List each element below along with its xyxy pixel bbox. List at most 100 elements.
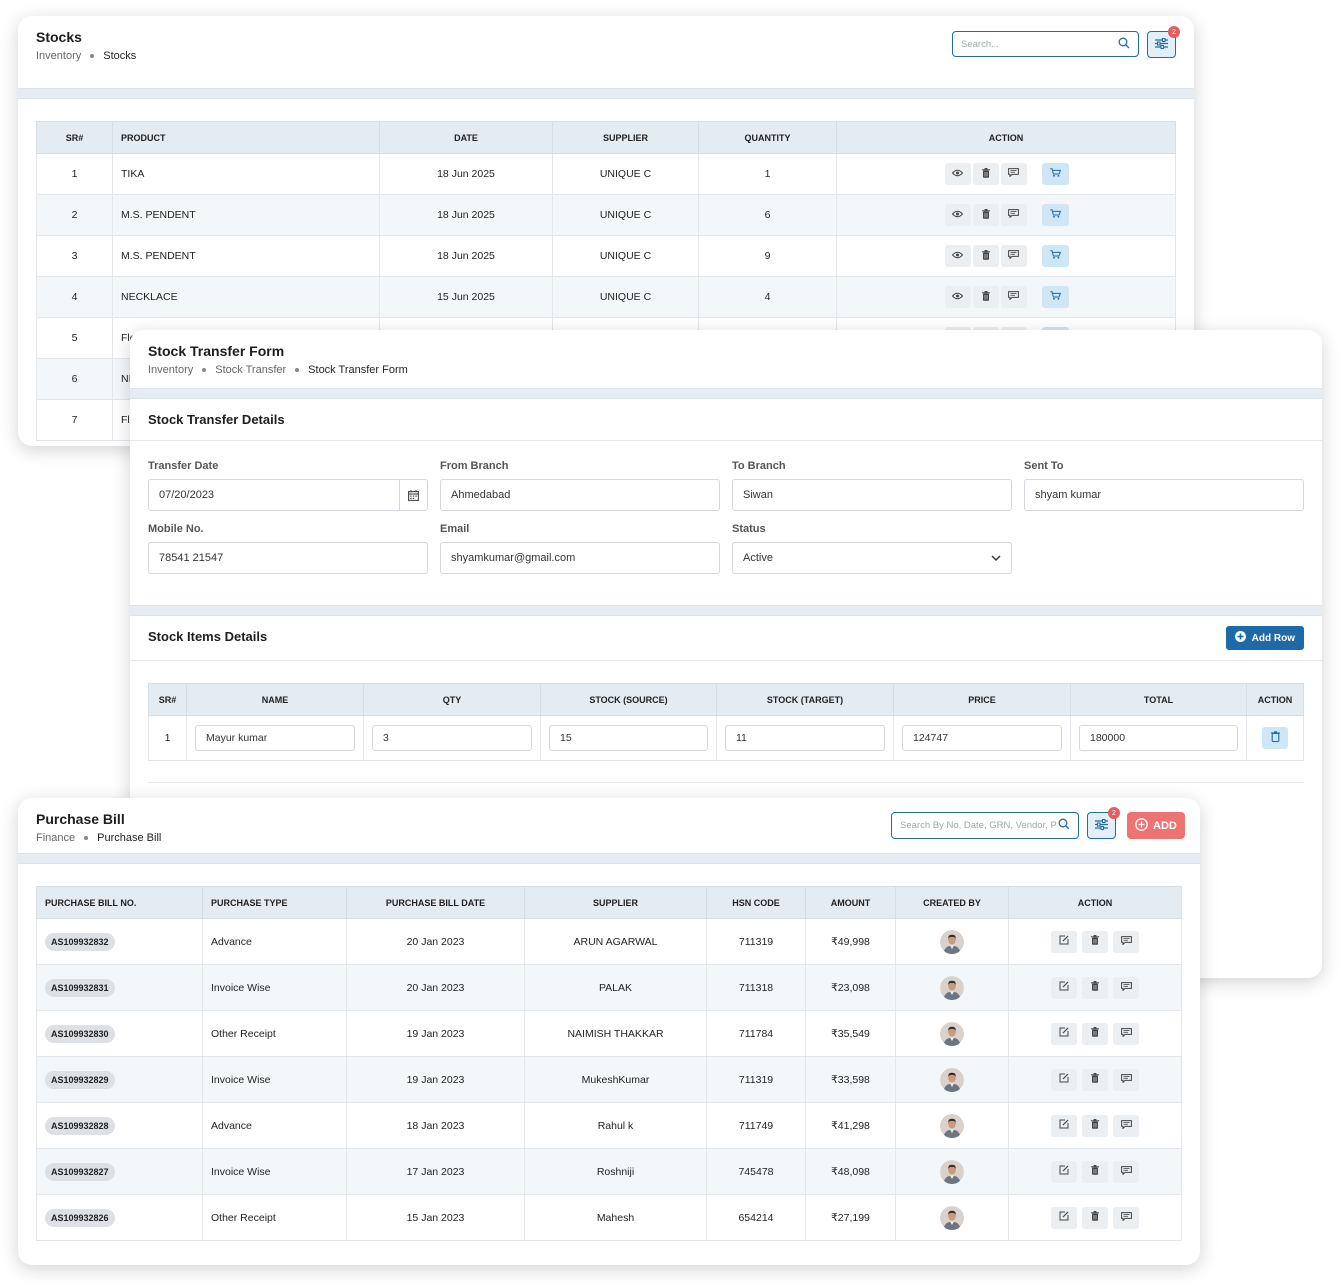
eye-icon	[951, 209, 964, 221]
search-box	[891, 812, 1079, 839]
table-row: 1 Mayur kumar 3 15 11 124747 180000	[148, 715, 1304, 761]
cart-button[interactable]	[1041, 245, 1069, 267]
edit-button[interactable]	[1051, 1022, 1077, 1045]
view-button[interactable]	[944, 204, 971, 226]
from-branch-field[interactable]: Ahmedabad	[440, 479, 720, 511]
item-sr: 1	[148, 715, 187, 761]
eye-icon	[951, 291, 964, 303]
cell-quantity: 9	[698, 235, 837, 277]
edit-button[interactable]	[1051, 1114, 1077, 1137]
search-icon[interactable]	[1118, 37, 1130, 52]
cell-purchase-type: Other Receipt	[202, 1194, 347, 1241]
item-name-input[interactable]: Mayur kumar	[195, 725, 355, 751]
view-button[interactable]	[944, 163, 971, 185]
item-total-input[interactable]: 180000	[1079, 725, 1238, 751]
breadcrumb-item[interactable]: Stock Transfer	[215, 364, 286, 376]
bill-no-badge[interactable]: AS109932830	[45, 1024, 115, 1043]
edit-button[interactable]	[1051, 1206, 1077, 1229]
cart-button[interactable]	[1041, 163, 1069, 185]
item-stock-target-input[interactable]: 11	[725, 725, 885, 751]
bill-no-badge[interactable]: AS109932826	[45, 1208, 115, 1227]
comment-button[interactable]	[1113, 1022, 1139, 1045]
cart-button[interactable]	[1041, 204, 1069, 226]
item-qty-input[interactable]: 3	[372, 725, 532, 751]
cart-icon	[1049, 209, 1061, 221]
delete-button[interactable]	[1082, 976, 1108, 999]
bill-no-badge[interactable]: AS109932828	[45, 1116, 115, 1135]
mobile-field[interactable]: 78541 21547	[148, 542, 428, 574]
delete-button[interactable]	[1082, 1160, 1108, 1183]
comment-button[interactable]	[1000, 245, 1027, 267]
bill-no-badge[interactable]: AS109932829	[45, 1070, 115, 1089]
calendar-icon[interactable]	[399, 480, 427, 510]
cell-sr: 5	[36, 317, 113, 359]
edit-button[interactable]	[1051, 1068, 1077, 1091]
search-input[interactable]	[961, 38, 1118, 50]
purchase-bill-card: Purchase Bill Finance Purchase Bill 2 AD…	[18, 798, 1200, 1265]
edit-button[interactable]	[1051, 976, 1077, 999]
comment-button[interactable]	[1000, 286, 1027, 308]
purchase-bill-table: PURCHASE BILL NO. PURCHASE TYPE PURCHASE…	[36, 886, 1182, 1241]
delete-button[interactable]	[972, 163, 999, 185]
trash-icon	[981, 249, 990, 263]
comment-button[interactable]	[1113, 976, 1139, 999]
view-button[interactable]	[944, 286, 971, 308]
search-input[interactable]	[900, 820, 1058, 831]
col-header-quantity: QUANTITY	[698, 121, 837, 154]
transfer-date-field[interactable]: 07/20/2023	[148, 479, 428, 511]
bill-no-badge[interactable]: AS109932827	[45, 1162, 115, 1181]
delete-button[interactable]	[1082, 1114, 1108, 1137]
cell-actions	[836, 153, 1176, 195]
cell-date: 18 Jun 2025	[379, 235, 553, 277]
view-button[interactable]	[944, 245, 971, 267]
delete-button[interactable]	[1082, 1068, 1108, 1091]
comment-button[interactable]	[1113, 930, 1139, 953]
cell-sr: 2	[36, 194, 113, 236]
delete-button[interactable]	[972, 245, 999, 267]
comment-button[interactable]	[1113, 1206, 1139, 1229]
breadcrumb-item[interactable]: Finance	[36, 832, 75, 844]
table-row: AS109932830 Other Receipt 19 Jan 2023 NAIMI…	[36, 1010, 1182, 1057]
breadcrumb-item[interactable]: Inventory	[36, 50, 81, 62]
filter-button[interactable]: 2	[1087, 807, 1120, 839]
user-avatar	[940, 1067, 964, 1092]
add-row-button[interactable]: Add Row	[1225, 626, 1304, 650]
item-price-input[interactable]: 124747	[902, 725, 1062, 751]
user-avatar	[940, 1021, 964, 1046]
comment-button[interactable]	[1113, 1068, 1139, 1091]
comment-button[interactable]	[1113, 1114, 1139, 1137]
to-branch-field[interactable]: Siwan	[732, 479, 1012, 511]
email-field[interactable]: shyamkumar@gmail.com	[440, 542, 720, 574]
comment-icon	[1120, 1027, 1132, 1040]
filter-button[interactable]: 2	[1147, 26, 1180, 58]
cell-bill-date: 19 Jan 2023	[346, 1010, 525, 1057]
comment-button[interactable]	[1000, 204, 1027, 226]
filter-count-badge: 2	[1168, 26, 1180, 38]
edit-icon	[1059, 1165, 1069, 1178]
breadcrumb-separator	[295, 368, 300, 372]
cell-bill-no: AS109932828	[36, 1102, 203, 1149]
delete-row-button[interactable]	[1262, 727, 1288, 749]
delete-button[interactable]	[1082, 1206, 1108, 1229]
delete-button[interactable]	[972, 204, 999, 226]
user-avatar	[940, 1159, 964, 1184]
status-select[interactable]: Active	[732, 542, 1012, 574]
bill-no-badge[interactable]: AS109932831	[45, 978, 115, 997]
breadcrumb-item[interactable]: Inventory	[148, 364, 193, 376]
comment-button[interactable]	[1000, 163, 1027, 185]
user-avatar	[940, 929, 964, 954]
breadcrumb: Inventory Stock Transfer Stock Transfer …	[148, 364, 1304, 376]
delete-button[interactable]	[972, 286, 999, 308]
edit-button[interactable]	[1051, 930, 1077, 953]
edit-button[interactable]	[1051, 1160, 1077, 1183]
comment-button[interactable]	[1113, 1160, 1139, 1183]
delete-button[interactable]	[1082, 1022, 1108, 1045]
bill-no-badge[interactable]: AS109932832	[45, 932, 115, 951]
sent-to-field[interactable]: shyam kumar	[1024, 479, 1304, 511]
delete-button[interactable]	[1082, 930, 1108, 953]
item-stock-source-input[interactable]: 15	[549, 725, 708, 751]
cart-button[interactable]	[1041, 286, 1069, 308]
search-icon[interactable]	[1058, 818, 1070, 833]
cell-product: NECKLACE	[112, 276, 380, 318]
add-button[interactable]: ADD	[1127, 812, 1185, 839]
